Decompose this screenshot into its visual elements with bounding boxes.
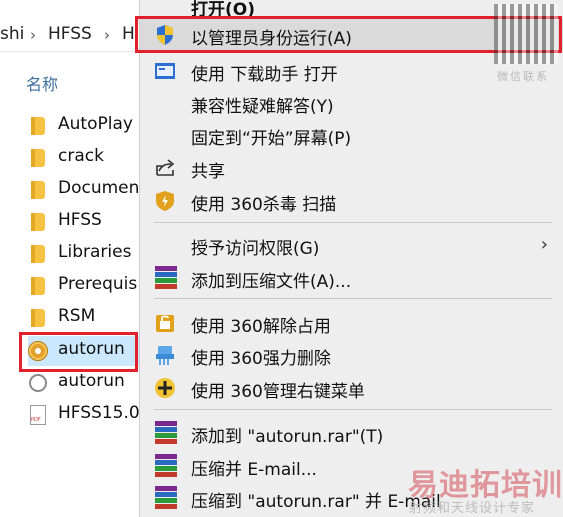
wechat-contact-watermark: 微信联系 bbox=[497, 70, 549, 83]
winrar-icon bbox=[155, 486, 177, 510]
menu-item-label: 使用 下载助手 打开 bbox=[191, 65, 338, 85]
menu-item-label: 使用 360解除占用 bbox=[191, 317, 331, 337]
menu-item-pin-to-start[interactable]: 固定到“开始”屏幕(P) bbox=[140, 119, 563, 151]
file-name: autorun bbox=[58, 371, 125, 391]
file-name: Libraries bbox=[58, 242, 132, 262]
chevron-right-icon: › bbox=[540, 234, 548, 255]
menu-item-label: 固定到“开始”屏幕(P) bbox=[191, 129, 352, 149]
menu-item-grant-access[interactable]: 授予访问权限(G) › bbox=[140, 229, 563, 261]
menu-item-label: 共享 bbox=[191, 162, 225, 182]
menu-item-360-scan[interactable]: 使用 360杀毒 扫描 bbox=[140, 185, 563, 217]
menu-item-360-unlock[interactable]: 使用 360解除占用 bbox=[140, 307, 563, 339]
menu-item-label: 兼容性疑难解答(Y) bbox=[191, 97, 334, 117]
folder-icon bbox=[28, 116, 48, 136]
menu-item-label: 使用 360杀毒 扫描 bbox=[191, 195, 337, 215]
share-icon bbox=[156, 159, 175, 176]
menu-item-compat-troubleshoot[interactable]: 兼容性疑难解答(Y) bbox=[140, 87, 563, 119]
breadcrumb[interactable]: shi › HFSS › H bbox=[0, 18, 150, 52]
file-name: HFSS15.0 bbox=[58, 403, 140, 423]
breadcrumb-item[interactable]: HFSS bbox=[48, 24, 92, 44]
folder-icon bbox=[28, 212, 48, 232]
menu-item-label: 授予访问权限(G) bbox=[191, 239, 320, 259]
breadcrumb-separator-icon: › bbox=[30, 26, 36, 44]
menu-item-label: 使用 360管理右键菜单 bbox=[191, 382, 365, 402]
breadcrumb-separator-icon: › bbox=[104, 26, 110, 44]
menu-item-add-to-archive[interactable]: 添加到压缩文件(A)... bbox=[140, 262, 563, 294]
menu-item-label: 添加到压缩文件(A)... bbox=[191, 272, 352, 292]
pdf-icon bbox=[28, 405, 48, 425]
file-name: AutoPlay bbox=[58, 114, 133, 134]
folder-icon bbox=[28, 180, 48, 200]
menu-item-360-manage-menu[interactable]: 使用 360管理右键菜单 bbox=[140, 372, 563, 404]
360-unlock-icon bbox=[156, 315, 174, 332]
watermark-subtitle: 射频和天线设计专家 bbox=[409, 501, 536, 516]
breadcrumb-item[interactable]: H bbox=[122, 24, 135, 44]
winrar-icon bbox=[155, 454, 177, 478]
menu-separator bbox=[154, 298, 552, 299]
menu-item-share[interactable]: 共享 bbox=[140, 152, 563, 184]
column-header-name[interactable]: 名称 bbox=[26, 71, 58, 95]
winrar-icon bbox=[155, 266, 177, 290]
highlight-box-autorun bbox=[19, 332, 138, 372]
file-name: Documen bbox=[58, 178, 140, 198]
file-name: HFSS bbox=[58, 210, 102, 230]
settings-file-icon bbox=[28, 373, 48, 393]
file-name: RSM bbox=[58, 306, 96, 326]
folder-icon bbox=[28, 148, 48, 168]
menu-separator bbox=[154, 409, 552, 410]
menu-item-label: 使用 360强力删除 bbox=[191, 349, 331, 369]
download-helper-icon bbox=[155, 63, 175, 79]
menu-item-label: 添加到 "autorun.rar"(T) bbox=[191, 427, 384, 447]
360-antivirus-icon bbox=[156, 191, 174, 211]
menu-item-label: 压缩并 E-mail... bbox=[191, 460, 317, 480]
menu-item-360-shred[interactable]: 使用 360强力删除 bbox=[140, 339, 563, 371]
menu-item-label: 压缩到 "autorun.rar" 并 E-mail bbox=[191, 492, 441, 512]
menu-item-add-to-rar[interactable]: 添加到 "autorun.rar"(T) bbox=[140, 417, 563, 449]
folder-icon bbox=[28, 308, 48, 328]
qr-code-icon bbox=[494, 4, 558, 64]
folder-icon bbox=[28, 244, 48, 264]
360-shred-icon bbox=[156, 346, 174, 365]
breadcrumb-item[interactable]: shi bbox=[0, 24, 24, 44]
360-menu-icon bbox=[155, 378, 175, 398]
folder-icon bbox=[28, 276, 48, 296]
menu-separator bbox=[154, 222, 552, 223]
winrar-icon bbox=[155, 421, 177, 445]
file-name: Prerequis bbox=[58, 274, 138, 294]
file-name: crack bbox=[58, 146, 104, 166]
